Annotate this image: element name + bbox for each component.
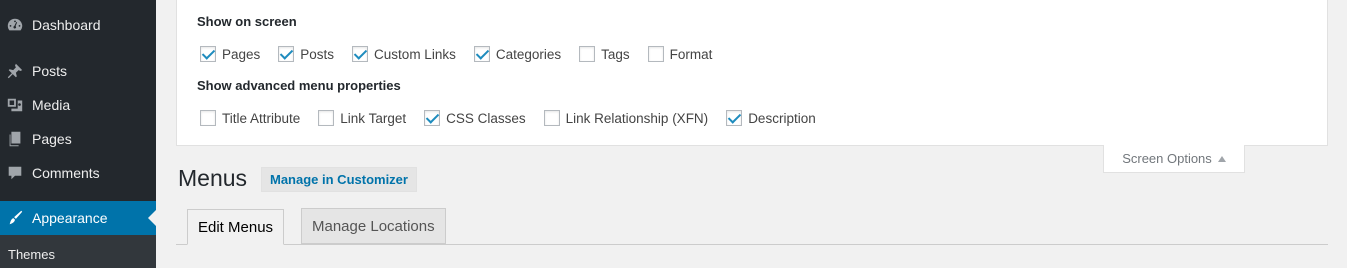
triangle-up-icon bbox=[1217, 155, 1226, 162]
sidebar-item-dashboard[interactable]: Dashboard bbox=[0, 8, 156, 42]
tab-edit-menus[interactable]: Edit Menus bbox=[187, 209, 285, 245]
checkbox-label: Format bbox=[669, 46, 713, 62]
dashboard-icon bbox=[5, 15, 25, 35]
checkbox-box[interactable] bbox=[473, 46, 490, 62]
manage-in-customizer-button[interactable]: Manage in Customizer bbox=[261, 167, 417, 192]
checkbox-label: CSS Classes bbox=[446, 110, 526, 126]
checkbox-description[interactable]: Description bbox=[726, 110, 816, 126]
advanced-properties-heading: Show advanced menu properties bbox=[197, 78, 401, 93]
checkbox-tags[interactable]: Tags bbox=[579, 46, 630, 62]
checkbox-box[interactable] bbox=[200, 46, 216, 62]
checkbox-label: Title Attribute bbox=[222, 110, 301, 126]
checkbox-link-relationship[interactable]: Link Relationship (XFN) bbox=[543, 110, 709, 126]
tab-bar-divider bbox=[176, 244, 1328, 245]
sidebar-item-label: Appearance bbox=[32, 210, 108, 226]
checkbox-css-classes[interactable]: CSS Classes bbox=[424, 110, 526, 126]
checkbox-box[interactable] bbox=[200, 110, 216, 126]
sidebar-item-comments[interactable]: Comments bbox=[0, 156, 156, 190]
sidebar-item-posts[interactable]: Posts bbox=[0, 54, 156, 88]
checkbox-label: Description bbox=[748, 110, 816, 126]
checkbox-format[interactable]: Format bbox=[647, 46, 713, 62]
screen-options-panel: Show on screen Pages Posts Custom Links … bbox=[176, 0, 1328, 146]
media-icon bbox=[5, 95, 25, 115]
page-title: Menus bbox=[178, 165, 248, 191]
checkbox-box[interactable] bbox=[543, 110, 560, 126]
screen-options-toggle-button[interactable]: Screen Options bbox=[1103, 145, 1245, 173]
checkbox-link-target[interactable]: Link Target bbox=[318, 110, 406, 126]
checkbox-box[interactable] bbox=[579, 46, 596, 62]
checkbox-box[interactable] bbox=[726, 110, 743, 126]
pages-icon bbox=[5, 129, 25, 149]
sidebar-item-label: Media bbox=[32, 97, 71, 113]
checkbox-posts[interactable]: Posts bbox=[278, 46, 334, 62]
tab-manage-locations[interactable]: Manage Locations bbox=[301, 208, 446, 244]
checkbox-pages[interactable]: Pages bbox=[200, 46, 260, 62]
submenu-item-themes[interactable]: Themes bbox=[8, 247, 55, 262]
checkbox-label: Link Target bbox=[340, 110, 407, 126]
checkbox-label: Custom Links bbox=[374, 46, 456, 62]
checkbox-box[interactable] bbox=[352, 46, 369, 62]
sidebar-item-label: Posts bbox=[32, 63, 68, 79]
admin-sidebar: Dashboard Posts Media Pages Comments App… bbox=[0, 0, 156, 268]
pin-icon bbox=[5, 61, 25, 81]
checkbox-label: Link Relationship (XFN) bbox=[565, 110, 709, 126]
checkbox-box[interactable] bbox=[278, 46, 295, 62]
checkbox-label: Tags bbox=[601, 46, 630, 62]
checkbox-custom-links[interactable]: Custom Links bbox=[352, 46, 456, 62]
sidebar-item-appearance[interactable]: Appearance bbox=[0, 201, 156, 235]
checkbox-categories[interactable]: Categories bbox=[473, 46, 562, 62]
active-menu-arrow bbox=[148, 210, 156, 226]
sidebar-item-label: Pages bbox=[32, 131, 72, 147]
appearance-submenu: Themes bbox=[0, 235, 156, 268]
sidebar-item-pages[interactable]: Pages bbox=[0, 122, 156, 156]
advanced-properties-options: Title Attribute Link Target CSS Classes … bbox=[200, 109, 816, 127]
screen-options-label: Screen Options bbox=[1122, 151, 1212, 166]
checkbox-box[interactable] bbox=[424, 110, 441, 126]
sidebar-item-label: Comments bbox=[32, 165, 100, 181]
sidebar-item-label: Dashboard bbox=[32, 17, 101, 33]
show-on-screen-options: Pages Posts Custom Links Categories Tags… bbox=[200, 45, 712, 63]
brush-icon bbox=[5, 208, 25, 228]
checkbox-title-attribute[interactable]: Title Attribute bbox=[200, 110, 300, 126]
checkbox-box[interactable] bbox=[318, 110, 335, 126]
sidebar-item-media[interactable]: Media bbox=[0, 88, 156, 122]
checkbox-label: Categories bbox=[495, 46, 562, 62]
checkbox-box[interactable] bbox=[647, 46, 664, 62]
checkbox-label: Posts bbox=[300, 46, 335, 62]
checkbox-label: Pages bbox=[222, 46, 261, 62]
comment-icon bbox=[5, 163, 25, 183]
show-on-screen-heading: Show on screen bbox=[197, 14, 297, 29]
